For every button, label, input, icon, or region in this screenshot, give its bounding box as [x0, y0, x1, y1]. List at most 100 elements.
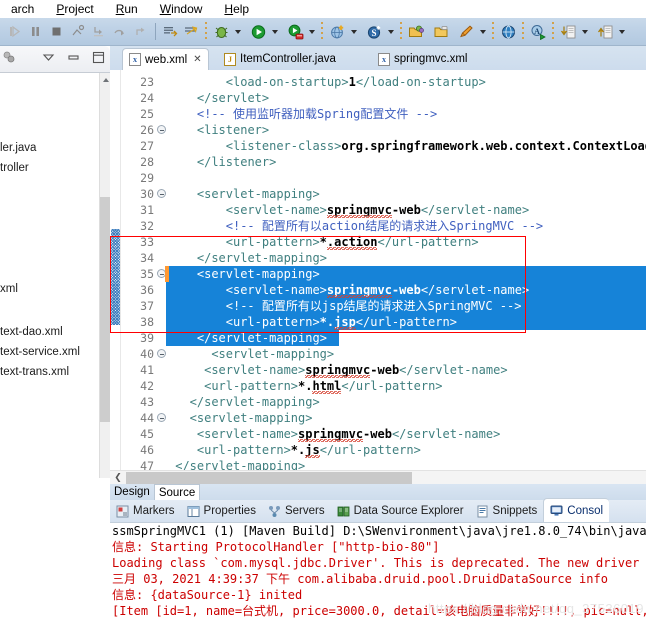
editor-mode-tab-design[interactable]: Design	[110, 484, 154, 500]
new-spring-dropdown-arrow[interactable]	[385, 21, 397, 43]
link-with-editor-icon[interactable]	[2, 50, 17, 65]
bottom-tab-consol[interactable]: Consol	[543, 498, 610, 522]
debug-icon[interactable]	[211, 21, 232, 43]
console-output[interactable]: [Item [id=1, name=台式机, price=3000.0, det…	[110, 523, 646, 636]
maximize-icon[interactable]	[91, 50, 106, 65]
bottom-tab-data-source-explorer[interactable]: Data Source Explorer	[331, 500, 470, 523]
tree-item[interactable]: text-trans.xml	[0, 364, 69, 381]
bottom-tab-snippets[interactable]: Snippets	[470, 500, 544, 523]
code-line[interactable]: <servlet-mapping>	[211, 346, 334, 362]
open-task-icon[interactable]	[160, 21, 181, 43]
new-spring-icon[interactable]: S	[364, 21, 385, 43]
code-line[interactable]: <!-- 配置所有以jsp结尾的请求进入SpringMVC -->	[226, 298, 522, 314]
editor-tab-label: ItemController.java	[240, 53, 336, 65]
bottom-tab-servers[interactable]: Servers	[262, 500, 331, 523]
bottom-tab-markers[interactable]: Markers	[110, 500, 181, 523]
code-line[interactable]: <listener-class>org.springframework.web.…	[226, 138, 646, 154]
hscrollbar-thumb[interactable]	[126, 471, 412, 484]
fold-collapse-icon[interactable]	[157, 125, 166, 134]
tree-item[interactable]: troller	[0, 160, 29, 177]
run-icon[interactable]	[248, 21, 269, 43]
tree-item[interactable]: ler.java	[0, 140, 36, 157]
code-line[interactable]: </servlet-mapping>	[197, 250, 327, 266]
tree-item[interactable]: text-service.xml	[0, 344, 80, 361]
code-line[interactable]: <servlet-mapping>	[197, 186, 320, 202]
edit-dropdown-arrow[interactable]	[477, 21, 489, 43]
open-type-icon[interactable]	[406, 21, 427, 43]
line-number: 23	[140, 75, 154, 89]
import-icon[interactable]	[558, 21, 579, 43]
disconnect-icon[interactable]	[67, 21, 88, 43]
fold-collapse-icon[interactable]	[157, 413, 166, 422]
line-number: 45	[140, 427, 154, 441]
code-line[interactable]: <!-- 使用监听器加载Spring配置文件 -->	[197, 106, 437, 122]
code-line[interactable]: <load-on-startup>1</load-on-startup>	[226, 74, 486, 90]
code-line[interactable]: <!-- 配置所有以action结尾的请求进入SpringMVC -->	[226, 218, 543, 234]
editor-horizontal-scrollbar[interactable]: ❮	[110, 470, 646, 484]
bottom-tab-label: Properties	[203, 505, 256, 517]
menu-item-help[interactable]: Help	[213, 0, 260, 18]
close-icon[interactable]: ✕	[193, 54, 201, 65]
run-as-icon[interactable]: A	[528, 21, 549, 43]
package-explorer-scrollbar[interactable]	[99, 73, 111, 478]
code-token: <servlet-name>	[225, 203, 327, 217]
view-menu-icon[interactable]	[41, 50, 56, 65]
run-server-icon[interactable]	[285, 21, 306, 43]
source-code-view[interactable]: 23 24 25 26 27 28 29 30 31 32 33 34 35 36 37 38 39 40 41 42…	[110, 70, 646, 470]
menu-item-window[interactable]: Window	[149, 0, 214, 18]
terminate-icon[interactable]	[46, 21, 67, 43]
selection-gutter-marker	[111, 229, 120, 325]
menu-item-run[interactable]: Run	[105, 0, 149, 18]
code-line[interactable]: <servlet-mapping>	[197, 266, 320, 282]
open-browser-icon[interactable]	[498, 21, 519, 43]
line-number: 26	[140, 123, 154, 137]
line-number: 36	[140, 283, 154, 297]
code-text[interactable]: <load-on-startup>1</load-on-startup> </se…	[166, 70, 646, 470]
code-token: <!-- 配置所有以action结尾的请求进入SpringMVC -->	[225, 219, 544, 233]
new-web-project-icon[interactable]	[327, 21, 348, 43]
editor-tab-springmvc-xml[interactable]: x springmvc.xml	[372, 48, 473, 70]
package-explorer-tree[interactable]: ler.java troller xml text-dao.xml text-servi…	[0, 73, 99, 478]
editor-tab-itemcontroller-java[interactable]: J ItemController.java	[218, 48, 342, 70]
toolbar-dotted-separator	[205, 21, 208, 42]
tree-item[interactable]: text-dao.xml	[0, 324, 63, 341]
code-line[interactable]: </servlet-mapping>	[197, 330, 327, 346]
editor-gutter[interactable]	[110, 70, 121, 470]
step-return-icon[interactable]	[130, 21, 151, 43]
run-server-dropdown-arrow[interactable]	[306, 21, 318, 43]
package-explorer-panel: ler.java troller xml text-dao.xml text-servi…	[0, 46, 111, 636]
fold-collapse-icon[interactable]	[157, 189, 166, 198]
properties-icon	[187, 505, 200, 518]
line-number: 28	[140, 155, 154, 169]
editor-tab-web-xml[interactable]: x web.xml ✕	[122, 48, 209, 70]
import-dropdown-arrow[interactable]	[579, 21, 591, 43]
editor-mode-tab-source[interactable]: Source	[153, 484, 201, 500]
debug-dropdown-arrow[interactable]	[232, 21, 244, 43]
menu-item-arch[interactable]: arch	[0, 0, 45, 18]
resume-icon[interactable]	[4, 21, 25, 43]
menu-item-project[interactable]: Project	[45, 0, 104, 18]
code-line[interactable]: </servlet>	[197, 90, 269, 106]
step-over-icon[interactable]	[109, 21, 130, 43]
step-into-icon[interactable]	[88, 21, 109, 43]
edit-icon[interactable]	[456, 21, 477, 43]
export-icon[interactable]	[595, 21, 616, 43]
bottom-tab-strip: Markers Properties Servers Data Source Expl…	[110, 498, 646, 523]
code-line[interactable]: </servlet-mapping>	[190, 394, 320, 410]
code-token: </url-pattern>	[355, 315, 457, 329]
bottom-tab-properties[interactable]: Properties	[181, 500, 262, 523]
code-line[interactable]: </listener>	[197, 154, 276, 170]
new-web-project-dropdown-arrow[interactable]	[348, 21, 360, 43]
open-resource-icon[interactable]	[431, 21, 452, 43]
fold-collapse-icon[interactable]	[157, 349, 166, 358]
suspend-icon[interactable]	[25, 21, 46, 43]
new-marker-icon[interactable]	[181, 21, 202, 43]
run-dropdown-arrow[interactable]	[269, 21, 281, 43]
tree-item[interactable]: xml	[0, 281, 18, 298]
code-line[interactable]: <listener>	[197, 122, 269, 138]
minimize-icon[interactable]	[66, 50, 81, 65]
code-line[interactable]: <servlet-mapping>	[190, 410, 313, 426]
export-dropdown-arrow[interactable]	[616, 21, 628, 43]
code-line[interactable]: </servlet-mapping>	[175, 458, 305, 470]
scroll-left-arrow-icon[interactable]: ❮	[110, 471, 126, 485]
